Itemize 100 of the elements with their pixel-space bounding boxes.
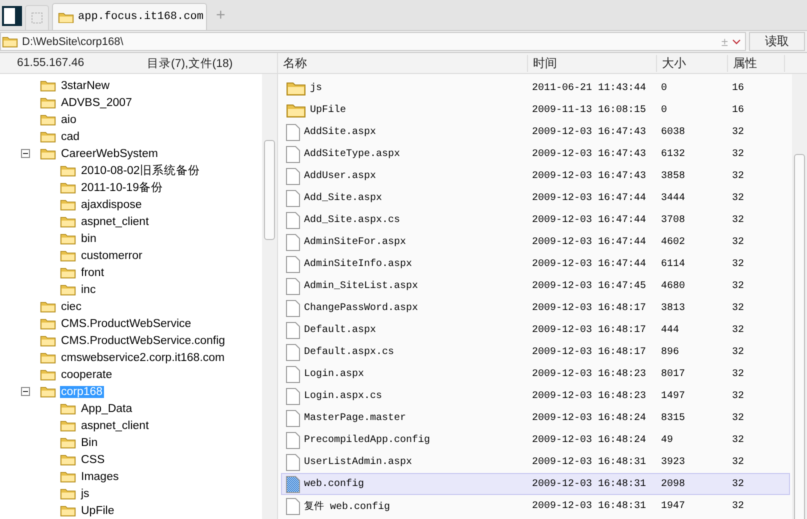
panel-toggle-icon[interactable]	[2, 6, 22, 26]
tree-item[interactable]: customerror	[80, 250, 144, 262]
tree-item[interactable]: cad	[60, 130, 81, 142]
table-cell-text: 32	[732, 214, 746, 226]
table-cell-text: 32	[732, 478, 746, 490]
tree-item[interactable]: CMS.ProductWebService.config	[60, 334, 226, 346]
table-cell-text: 16	[732, 104, 746, 116]
tree-item[interactable]: front	[80, 266, 106, 278]
column-header[interactable]: 大小	[657, 54, 728, 72]
table-cell-text: 32	[732, 236, 746, 248]
table-cell-text: 2009-12-03 16:48:17	[532, 324, 648, 336]
scrollbar[interactable]	[262, 74, 277, 519]
file-row[interactable]: Login.aspx 2009-12-03 16:48:23 8017 32	[281, 363, 790, 385]
tree-item[interactable]: cmswebservice2.corp.it168.com	[60, 352, 226, 364]
table-cell-text: 6038	[661, 126, 686, 138]
column-header[interactable]: 名称	[278, 54, 528, 72]
table-cell-text: 16	[732, 82, 746, 94]
tree-item[interactable]: Images	[80, 470, 120, 482]
tree-item[interactable]: aio	[60, 114, 78, 126]
tree-item[interactable]: CSS	[80, 454, 106, 466]
table-cell-text: 2009-12-03 16:48:31	[532, 478, 648, 490]
table-cell-text: 3813	[661, 302, 686, 314]
tree-item[interactable]: UpFile	[80, 504, 116, 516]
dropdown-icon[interactable]	[732, 38, 741, 44]
tree-item[interactable]: 3starNew	[60, 80, 111, 92]
file-row[interactable]: 复件 web.config 2009-12-03 16:48:31 1947 32	[281, 495, 790, 517]
file-icon	[286, 190, 300, 206]
tree-item[interactable]: ADVBS_2007	[60, 96, 133, 108]
file-row[interactable]: AdminSiteInfo.aspx 2009-12-03 16:47:44 6114 32	[281, 253, 790, 275]
file-row[interactable]: UserListAdmin.aspx 2009-12-03 16:48:31 3923 32	[281, 451, 790, 473]
file-row[interactable]: Add_Site.aspx 2009-12-03 16:47:44 3444 32	[281, 187, 790, 209]
file-row[interactable]: AddSiteType.aspx 2009-12-03 16:47:43 6132 32	[281, 143, 790, 165]
config-file-icon	[286, 476, 300, 492]
file-row[interactable]: MasterPage.master 2009-12-03 16:48:24 8315 32	[281, 407, 790, 429]
table-cell-text: 32	[732, 390, 746, 402]
table-cell-text: 3444	[661, 192, 686, 204]
file-name: UserListAdmin.aspx	[304, 456, 412, 468]
folder-icon	[60, 402, 76, 415]
file-row[interactable]: web.config 2009-12-03 16:48:31 2098 32	[281, 473, 790, 495]
file-name: MasterPage.master	[304, 412, 406, 424]
tree-item[interactable]: 2010-08-02旧系统备份	[80, 163, 201, 178]
file-row[interactable]: AddUser.aspx 2009-12-03 16:47:43 3858 32	[281, 165, 790, 187]
file-name: AddSite.aspx	[304, 126, 376, 138]
folder-icon	[60, 283, 76, 296]
folder-icon	[40, 334, 56, 347]
tree-item[interactable]: inc	[80, 284, 97, 296]
folder-icon	[60, 453, 76, 466]
folder-icon	[40, 96, 56, 109]
item-count: 目录(7),文件(18)	[147, 56, 233, 70]
file-name: AddSiteType.aspx	[304, 148, 400, 160]
file-name: AddUser.aspx	[304, 170, 376, 182]
file-row[interactable]: AddSite.aspx 2009-12-03 16:47:43 6038 32	[281, 121, 790, 143]
file-name: PrecompiledApp.config	[304, 434, 430, 446]
tree-item[interactable]: cooperate	[60, 368, 114, 380]
folder-icon	[60, 164, 76, 177]
file-name: ChangePassWord.aspx	[304, 302, 418, 314]
tab[interactable]: app.focus.it168.com	[52, 3, 207, 30]
file-name: Add_Site.aspx	[304, 192, 382, 204]
file-row[interactable]: Add_Site.aspx.cs 2009-12-03 16:47:44 3708 32	[281, 209, 790, 231]
tree-item[interactable]: Bin	[80, 436, 99, 448]
table-cell-text: 2009-12-03 16:47:43	[532, 126, 648, 138]
collapse-toggle[interactable]	[21, 149, 30, 158]
table-cell-text: 2009-12-03 16:48:24	[532, 434, 648, 446]
tree-item[interactable]: ciec	[60, 300, 82, 312]
file-name: Add_Site.aspx.cs	[304, 214, 400, 226]
file-icon	[286, 388, 300, 404]
file-row[interactable]: PrecompiledApp.config 2009-12-03 16:48:24 49 32	[281, 429, 790, 451]
file-row[interactable]: Default.aspx.cs 2009-12-03 16:48:17 896 32	[281, 341, 790, 363]
scrollbar[interactable]	[792, 74, 807, 519]
tree-item[interactable]: 2011-10-19备份	[80, 180, 164, 195]
read-button[interactable]: 读取	[749, 32, 805, 51]
column-header[interactable]: 属性	[728, 54, 785, 72]
folder-icon	[40, 130, 56, 143]
folder-icon	[286, 80, 306, 96]
file-row[interactable]: Admin_SiteList.aspx 2009-12-03 16:47:45 4680 32	[281, 275, 790, 297]
folder-icon	[60, 181, 76, 194]
tree-item[interactable]: ajaxdispose	[80, 198, 143, 210]
tree-item[interactable]: aspnet_client	[80, 216, 150, 228]
file-row[interactable]: Default.aspx 2009-12-03 16:48:17 444 32	[281, 319, 790, 341]
tree-item[interactable]: bin	[80, 232, 98, 244]
collapse-toggle[interactable]	[21, 387, 30, 396]
table-cell-text: 2009-12-03 16:48:24	[532, 412, 648, 424]
folder-icon	[40, 368, 56, 381]
table-cell-text: 2009-12-03 16:47:43	[532, 170, 648, 182]
tree-item[interactable]: CareerWebSystem	[60, 148, 159, 160]
file-row[interactable]: AdminSiteFor.aspx 2009-12-03 16:47:44 4602 32	[281, 231, 790, 253]
table-cell-text: 32	[732, 280, 746, 292]
tree-item[interactable]: aspnet_client	[80, 420, 150, 432]
table-cell-text: 2009-12-03 16:48:17	[532, 346, 648, 358]
table-cell-text: 2009-12-03 16:47:44	[532, 214, 648, 226]
column-header[interactable]: 时间	[528, 54, 657, 72]
tree-item[interactable]: CMS.ProductWebService	[60, 318, 192, 330]
tree-item[interactable]: App_Data	[80, 402, 134, 414]
path-field[interactable]: D:\WebSite\corp168\ ±	[0, 32, 746, 51]
file-row[interactable]: Login.aspx.cs 2009-12-03 16:48:23 1497 32	[281, 385, 790, 407]
tree-item[interactable]: js	[80, 488, 90, 500]
folder-icon	[60, 215, 76, 228]
file-row[interactable]: UpFile 2009-11-13 16:08:15 0 16	[281, 99, 790, 121]
file-row[interactable]: ChangePassWord.aspx 2009-12-03 16:48:17 3813 32	[281, 297, 790, 319]
file-row[interactable]: js 2011-06-21 11:43:44 0 16	[281, 77, 790, 99]
